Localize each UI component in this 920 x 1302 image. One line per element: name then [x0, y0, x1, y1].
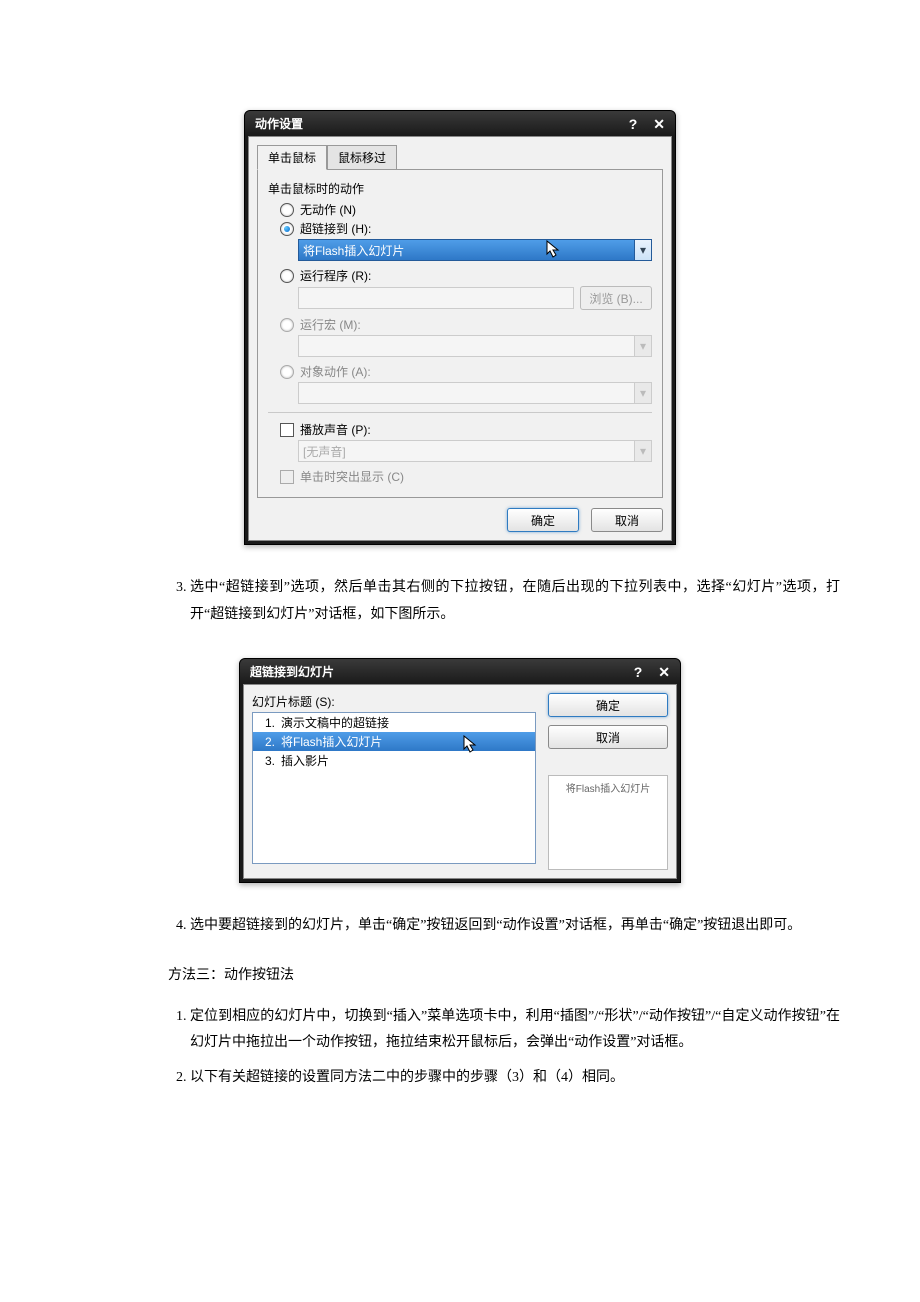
- radio-runprog[interactable]: [280, 269, 294, 283]
- chevron-down-icon: ▾: [634, 383, 651, 403]
- divider: [268, 412, 652, 413]
- dialog-title: 超链接到幻灯片: [250, 663, 334, 680]
- action-settings-dialog: 动作设置 ? ✕ 单击鼠标 鼠标移过 单击鼠标时的动作 无动作 (N) 超链接到…: [244, 110, 676, 545]
- hyperlink-to-slide-dialog: 超链接到幻灯片 ? ✕ 幻灯片标题 (S): 1.演示文稿中的超链接 2.将Fl…: [239, 658, 681, 883]
- radio-macro: [280, 318, 294, 332]
- doc-step-4: 选中要超链接到的幻灯片，单击“确定”按钮返回到“动作设置”对话框，再单击“确定”…: [190, 913, 840, 940]
- doc-m3-step2: 以下有关超链接的设置同方法二中的步骤中的步骤（3）和（4）相同。: [190, 1065, 840, 1092]
- list-item[interactable]: 2.将Flash插入幻灯片: [253, 732, 535, 751]
- close-button[interactable]: ✕: [658, 665, 670, 679]
- chevron-down-icon: ▾: [634, 336, 651, 356]
- play-sound-row[interactable]: 播放声音 (P):: [280, 421, 652, 438]
- radio-none-row[interactable]: 无动作 (N): [280, 201, 652, 218]
- radio-none[interactable]: [280, 203, 294, 217]
- radio-macro-label: 运行宏 (M):: [300, 316, 361, 333]
- radio-none-label: 无动作 (N): [300, 201, 356, 218]
- tab-click[interactable]: 单击鼠标: [257, 145, 327, 170]
- radio-objaction-label: 对象动作 (A):: [300, 363, 371, 380]
- objaction-combo: ▾: [298, 382, 652, 404]
- radio-runprog-label: 运行程序 (R):: [300, 267, 371, 284]
- play-sound-check[interactable]: [280, 423, 294, 437]
- help-button[interactable]: ?: [634, 665, 643, 679]
- hyperlink-combo[interactable]: 将Flash插入幻灯片 ▾: [298, 239, 652, 261]
- tab-hover[interactable]: 鼠标移过: [327, 145, 397, 170]
- highlight-row: 单击时突出显示 (C): [280, 468, 652, 485]
- sound-combo: [无声音] ▾: [298, 440, 652, 462]
- doc-step-3: 选中“超链接到”选项，然后单击其右侧的下拉按钮，在随后出现的下拉列表中，选择“幻…: [190, 575, 840, 628]
- group-label: 单击鼠标时的动作: [268, 180, 652, 197]
- radio-macro-row: 运行宏 (M):: [280, 316, 652, 333]
- titlebar[interactable]: 超链接到幻灯片 ? ✕: [240, 659, 680, 684]
- radio-hyperlink-row[interactable]: 超链接到 (H):: [280, 220, 652, 237]
- highlight-label: 单击时突出显示 (C): [300, 468, 404, 485]
- highlight-check: [280, 470, 294, 484]
- ok-button[interactable]: 确定: [548, 693, 668, 717]
- list-item[interactable]: 3.插入影片: [253, 751, 535, 770]
- runprog-input: [298, 287, 574, 309]
- doc-steps-b: 选中要超链接到的幻灯片，单击“确定”按钮返回到“动作设置”对话框，再单击“确定”…: [80, 913, 840, 940]
- radio-hyperlink-label: 超链接到 (H):: [300, 220, 371, 237]
- slide-listbox[interactable]: 1.演示文稿中的超链接 2.将Flash插入幻灯片 3.插入影片: [252, 712, 536, 864]
- preview-caption: 将Flash插入幻灯片: [553, 780, 663, 795]
- hyperlink-value: 将Flash插入幻灯片: [303, 242, 404, 259]
- cancel-button[interactable]: 取消: [548, 725, 668, 749]
- chevron-down-icon[interactable]: ▾: [634, 240, 651, 260]
- help-button[interactable]: ?: [629, 117, 638, 131]
- list-label: 幻灯片标题 (S):: [252, 693, 536, 710]
- macro-combo: ▾: [298, 335, 652, 357]
- ok-button[interactable]: 确定: [507, 508, 579, 532]
- slide-preview: 将Flash插入幻灯片: [548, 775, 668, 870]
- radio-hyperlink[interactable]: [280, 222, 294, 236]
- doc-steps-c: 定位到相应的幻灯片中，切换到“插入”菜单选项卡中，利用“插图”/“形状”/“动作…: [80, 1004, 840, 1092]
- doc-m3-step1: 定位到相应的幻灯片中，切换到“插入”菜单选项卡中，利用“插图”/“形状”/“动作…: [190, 1004, 840, 1057]
- browse-button: 浏览 (B)...: [580, 286, 652, 310]
- play-sound-label: 播放声音 (P):: [300, 421, 371, 438]
- radio-objaction: [280, 365, 294, 379]
- cancel-button[interactable]: 取消: [591, 508, 663, 532]
- sound-value: [无声音]: [303, 443, 346, 460]
- radio-objaction-row: 对象动作 (A):: [280, 363, 652, 380]
- chevron-down-icon: ▾: [634, 441, 651, 461]
- titlebar[interactable]: 动作设置 ? ✕: [245, 111, 675, 136]
- method3-heading: 方法三：动作按钮法: [168, 964, 840, 984]
- radio-runprog-row[interactable]: 运行程序 (R):: [280, 267, 652, 284]
- close-button[interactable]: ✕: [653, 117, 665, 131]
- dialog-title: 动作设置: [255, 115, 303, 132]
- list-item[interactable]: 1.演示文稿中的超链接: [253, 713, 535, 732]
- doc-steps-a: 选中“超链接到”选项，然后单击其右侧的下拉按钮，在随后出现的下拉列表中，选择“幻…: [80, 575, 840, 628]
